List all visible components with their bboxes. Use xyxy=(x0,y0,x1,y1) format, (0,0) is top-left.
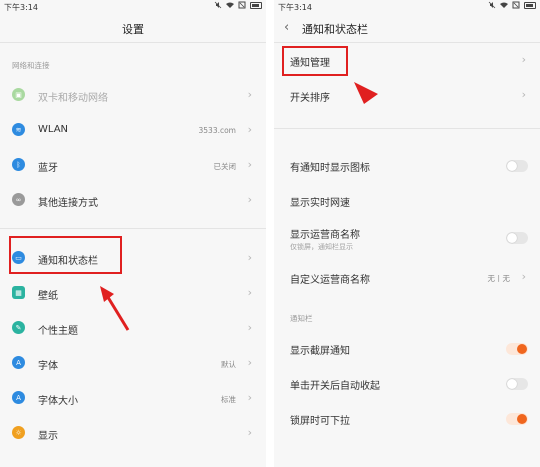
row-auto-collapse[interactable]: 单击开关后自动收起 xyxy=(274,368,540,398)
page-title: 通知和状态栏 xyxy=(302,23,368,36)
mute-icon xyxy=(214,1,222,9)
row-label: 有通知时显示图标 xyxy=(290,163,370,174)
item-label: 其他连接方式 xyxy=(38,198,98,209)
section-label-network: 网络和连接 xyxy=(12,61,50,70)
row-show-network-speed[interactable]: 显示实时网速 xyxy=(274,185,540,215)
row-label: 单击开关后自动收起 xyxy=(290,381,380,392)
status-icons xyxy=(214,1,262,9)
notification-statusbar-screen: 下午3:14 ‹ 通知和状态栏 通知管理 › 开关排序 › 有通知时显示图标 显… xyxy=(274,0,540,467)
chevron-right-icon: › xyxy=(247,321,252,334)
chevron-right-icon: › xyxy=(247,123,252,136)
status-time: 下午3:14 xyxy=(4,3,38,12)
sim-status-icon xyxy=(512,1,520,9)
status-bar: 下午3:14 xyxy=(274,0,540,14)
settings-item-bluetooth[interactable]: ᛒ 蓝牙 已关闭 › xyxy=(0,150,266,180)
title-divider xyxy=(0,42,266,43)
font-size-icon: A xyxy=(12,391,25,404)
row-toggle-order[interactable]: 开关排序 › xyxy=(274,80,540,110)
item-value: 默认 xyxy=(221,360,236,369)
chevron-right-icon: › xyxy=(247,426,252,439)
arrow-annotation xyxy=(100,286,130,331)
item-label: 显示 xyxy=(38,431,58,442)
section-label-notify: 通知栏 xyxy=(290,314,313,323)
item-label: 双卡和移动网络 xyxy=(38,93,108,104)
title-bar: 设置 xyxy=(0,14,266,42)
chevron-right-icon: › xyxy=(247,391,252,404)
arrow-annotation xyxy=(354,82,378,104)
display-icon: ☼ xyxy=(12,426,25,439)
title-bar: ‹ 通知和状态栏 xyxy=(274,14,540,42)
settings-screen: 下午3:14 设置 网络和连接 ▣ 双卡和移动网络 › ≋ WLAN 3533.… xyxy=(0,0,266,467)
item-label: 壁纸 xyxy=(38,291,58,302)
highlight-box xyxy=(282,46,348,76)
theme-icon: ✎ xyxy=(12,321,25,334)
group-divider xyxy=(0,228,266,229)
chevron-right-icon: › xyxy=(247,356,252,369)
back-arrow-icon[interactable]: ‹ xyxy=(284,20,289,35)
group-divider xyxy=(274,128,540,129)
settings-item-dual-sim[interactable]: ▣ 双卡和移动网络 › xyxy=(0,80,266,110)
row-label: 锁屏时可下拉 xyxy=(290,416,350,427)
status-icons xyxy=(488,1,536,9)
title-divider xyxy=(274,42,540,43)
item-label: WLAN xyxy=(38,124,69,135)
item-label: 字体大小 xyxy=(38,396,78,407)
sim-icon: ▣ xyxy=(12,88,25,101)
item-value: 已关闭 xyxy=(213,162,237,171)
item-value: 标准 xyxy=(221,395,236,404)
row-show-notification-icon[interactable]: 有通知时显示图标 xyxy=(274,150,540,180)
settings-item-font[interactable]: A 字体 默认 › xyxy=(0,348,266,378)
sim-status-icon xyxy=(238,1,246,9)
chevron-right-icon: › xyxy=(521,53,526,66)
settings-item-other-connections[interactable]: ∞ 其他连接方式 › xyxy=(0,185,266,215)
battery-icon xyxy=(524,1,536,9)
chevron-right-icon: › xyxy=(521,88,526,101)
row-value: 无丨无 xyxy=(487,274,511,283)
page-title: 设置 xyxy=(122,23,144,36)
chevron-right-icon: › xyxy=(521,270,526,283)
row-lockscreen-pulldown[interactable]: 锁屏时可下拉 xyxy=(274,403,540,433)
status-bar: 下午3:14 xyxy=(0,0,266,14)
toggle-switch[interactable] xyxy=(506,343,528,355)
chevron-right-icon: › xyxy=(247,88,252,101)
row-label: 显示实时网速 xyxy=(290,198,350,209)
row-label: 自定义运营商名称 xyxy=(290,275,370,286)
item-label: 字体 xyxy=(38,361,58,372)
row-show-carrier-name[interactable]: 显示运营商名称 仅锁屏，通知栏显示 xyxy=(274,220,540,256)
link-icon: ∞ xyxy=(12,193,25,206)
wallpaper-icon: ▦ xyxy=(12,286,25,299)
wifi-icon: ≋ xyxy=(12,123,25,136)
mute-icon xyxy=(488,1,496,9)
status-time: 下午3:14 xyxy=(278,3,312,12)
row-custom-carrier-name[interactable]: 自定义运营商名称 无丨无 › xyxy=(274,262,540,292)
wifi-status-icon xyxy=(500,2,508,8)
item-label: 个性主题 xyxy=(38,326,78,337)
bluetooth-icon: ᛒ xyxy=(12,158,25,171)
chevron-right-icon: › xyxy=(247,158,252,171)
row-show-screenshot-notification[interactable]: 显示截屏通知 xyxy=(274,333,540,363)
toggle-switch[interactable] xyxy=(506,232,528,244)
row-label: 显示运营商名称 xyxy=(290,230,360,241)
row-label: 开关排序 xyxy=(290,93,330,104)
settings-item-display[interactable]: ☼ 显示 › xyxy=(0,418,266,448)
chevron-right-icon: › xyxy=(247,286,252,299)
settings-item-wlan[interactable]: ≋ WLAN 3533.com › xyxy=(0,115,266,145)
item-value: 3533.com xyxy=(198,126,237,135)
font-icon: A xyxy=(12,356,25,369)
toggle-switch[interactable] xyxy=(506,160,528,172)
wifi-status-icon xyxy=(226,2,234,8)
settings-item-font-size[interactable]: A 字体大小 标准 › xyxy=(0,383,266,413)
chevron-right-icon: › xyxy=(247,251,252,264)
row-label: 显示截屏通知 xyxy=(290,346,350,357)
highlight-box xyxy=(9,236,122,274)
item-label: 蓝牙 xyxy=(38,163,58,174)
toggle-switch[interactable] xyxy=(506,378,528,390)
battery-icon xyxy=(250,1,262,9)
row-sublabel: 仅锁屏，通知栏显示 xyxy=(290,243,353,251)
chevron-right-icon: › xyxy=(247,193,252,206)
toggle-switch[interactable] xyxy=(506,413,528,425)
